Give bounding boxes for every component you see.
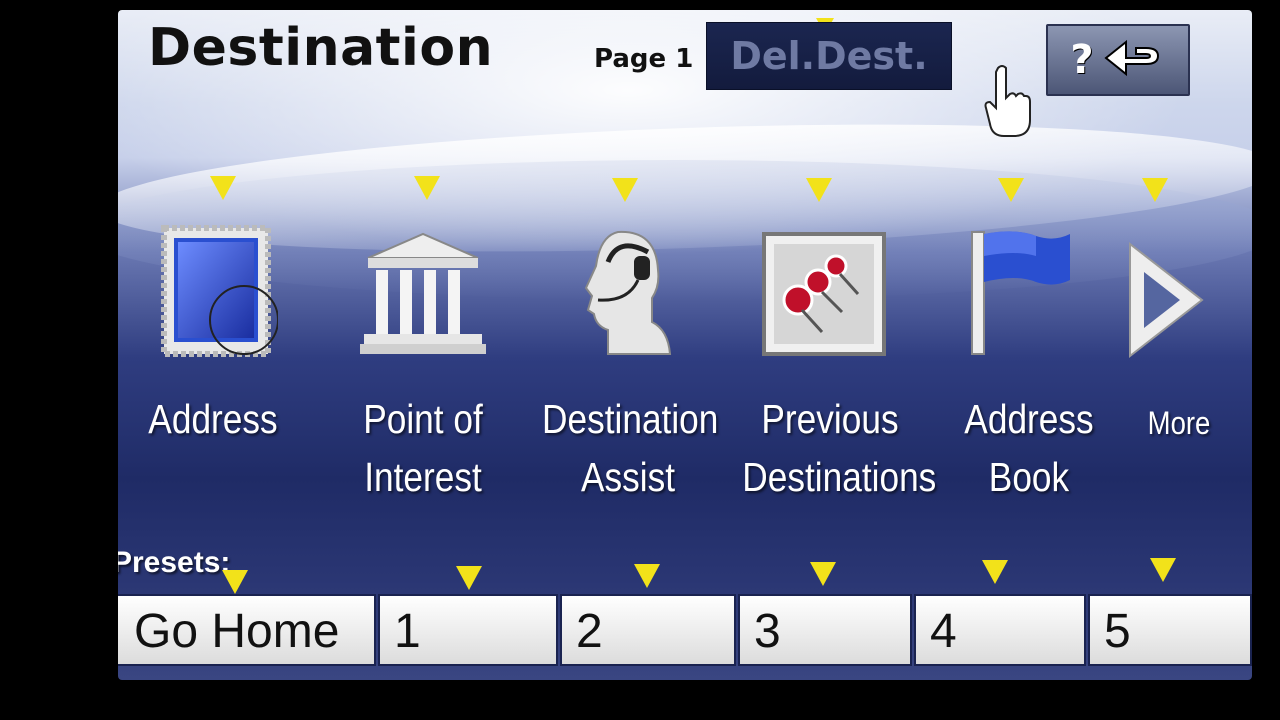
preset-4-button[interactable]: 4 — [914, 594, 1086, 666]
menu-label-previous-destinations: Previous Destinations — [742, 396, 937, 500]
menu-label-address-book: Address Book — [964, 396, 1094, 500]
menu-item-point-of-interest[interactable] — [358, 230, 488, 360]
preset-1-button[interactable]: 1 — [378, 594, 558, 666]
more-indicator-icon — [1142, 178, 1168, 202]
play-arrow-icon — [1129, 241, 1204, 359]
navigation-screen: Destination Page 1 Del.Dest. ? Address P… — [118, 10, 1252, 680]
preset-3-button[interactable]: 3 — [738, 594, 912, 666]
menu-label-address: Address — [148, 396, 278, 442]
menu-item-address-book[interactable] — [966, 226, 1076, 360]
preset-5-button[interactable]: 5 — [1088, 594, 1252, 666]
preset-3-indicator-icon — [810, 562, 836, 586]
menu-item-more[interactable] — [1126, 240, 1206, 364]
preset-4-indicator-icon — [982, 560, 1008, 584]
dest-assist-indicator-icon — [612, 178, 638, 202]
page-indicator: Page 1 — [594, 44, 694, 74]
menu-label-destination-assist: Destination Assist — [542, 396, 719, 500]
preset-go-home-button[interactable]: Go Home — [118, 594, 376, 666]
pins-icon — [762, 232, 886, 356]
page-title: Destination — [148, 18, 494, 78]
menu-item-address[interactable] — [158, 222, 279, 366]
address-stamp-icon — [161, 225, 279, 357]
menu-item-previous-destinations[interactable] — [762, 232, 886, 360]
address-indicator-icon — [210, 176, 236, 200]
building-icon — [360, 232, 486, 354]
menu-item-destination-assist[interactable] — [578, 226, 678, 360]
back-arrow-icon — [1103, 39, 1159, 77]
poi-indicator-icon — [414, 176, 440, 200]
preset-home-indicator-icon — [222, 570, 248, 594]
menu-label-more: More — [1147, 405, 1211, 441]
preset-5-indicator-icon — [1150, 558, 1176, 582]
menu-label-point-of-interest: Point of Interest — [363, 396, 483, 500]
touch-hand-icon — [984, 65, 1031, 137]
flag-icon — [971, 231, 1070, 355]
help-icon: ? — [1070, 37, 1094, 83]
operator-headset-icon — [584, 230, 672, 355]
preset-2-button[interactable]: 2 — [560, 594, 736, 666]
address-book-indicator-icon — [998, 178, 1024, 202]
presets-label: Presets: — [118, 546, 231, 579]
delete-destination-button[interactable]: Del.Dest. — [706, 22, 952, 90]
previous-indicator-icon — [806, 178, 832, 202]
preset-1-indicator-icon — [456, 566, 482, 590]
help-back-button[interactable]: ? — [1046, 24, 1190, 96]
preset-2-indicator-icon — [634, 564, 660, 588]
